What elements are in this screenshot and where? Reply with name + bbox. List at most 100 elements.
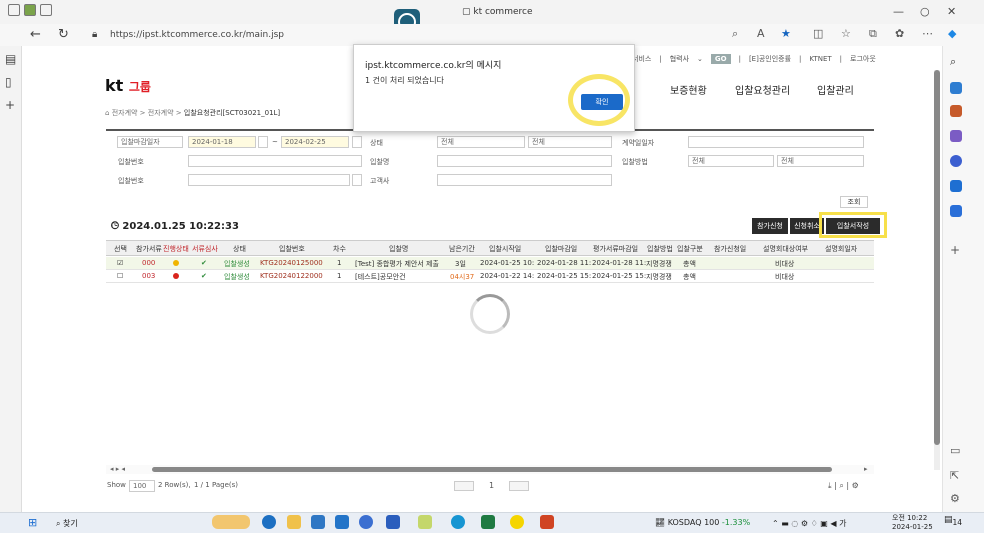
sidebar-games-icon[interactable] xyxy=(950,155,962,167)
customer-field[interactable] xyxy=(437,174,612,186)
review-check-icon: ✔ xyxy=(201,272,207,280)
lock-icon: 🔒︎ xyxy=(92,29,98,40)
scroll-arrows[interactable]: ◂ ▸ ◂ xyxy=(110,465,125,473)
tab-title[interactable]: ▢ kt commerce xyxy=(462,7,533,17)
status-sub-select[interactable]: 전체 xyxy=(528,136,612,148)
edge-icon[interactable] xyxy=(262,515,276,529)
doc-link[interactable]: 003 xyxy=(142,272,155,280)
favorites-icon[interactable]: ☆ xyxy=(841,27,851,40)
new-tab-icon[interactable]: + xyxy=(5,98,15,112)
next-page-button[interactable] xyxy=(509,481,529,491)
word-icon[interactable] xyxy=(386,515,400,529)
bid-name-label: 입찰명 xyxy=(370,158,390,166)
prev-page-button[interactable] xyxy=(454,481,474,491)
request-no-field[interactable] xyxy=(188,155,362,167)
copilot-icon[interactable]: ◆ xyxy=(948,27,956,40)
nav-bid-request-management[interactable]: 입찰요청관리 xyxy=(735,82,790,97)
table-hscroll-thumb[interactable] xyxy=(152,467,832,472)
close-icon[interactable]: ✕ xyxy=(947,5,956,18)
minimize-icon[interactable]: — xyxy=(893,5,904,18)
store-icon[interactable] xyxy=(311,515,325,529)
status-select[interactable]: 전체 xyxy=(437,136,525,148)
bid-method-select[interactable]: 전체 xyxy=(688,155,774,167)
notepad-icon[interactable] xyxy=(418,515,432,529)
extensions-icon[interactable]: ✿ xyxy=(895,27,904,40)
sidebar-outlook-icon[interactable] xyxy=(950,180,962,192)
date-to-field[interactable]: 2024-02-25 xyxy=(281,136,349,148)
workspace-icon[interactable] xyxy=(24,4,36,16)
maximize-icon[interactable]: ○ xyxy=(920,5,930,18)
windows-start-icon[interactable]: ⊞ xyxy=(28,516,37,529)
kt-logo[interactable]: kt 그룹 xyxy=(105,76,151,95)
bid-name-link[interactable]: [Test] 종합평가 제안서 제출 xyxy=(355,259,439,269)
collections-icon[interactable]: ⧉ xyxy=(869,27,877,41)
clock[interactable]: 오전 10:22 2024-01-25 xyxy=(892,514,933,532)
chrome-icon[interactable] xyxy=(359,515,373,529)
page-tab-icon[interactable]: ▯ xyxy=(5,75,12,89)
sidebar-panel-icon[interactable]: ▭ xyxy=(950,444,960,457)
page-scrollbar-thumb[interactable] xyxy=(934,70,940,445)
sidebar-share-icon[interactable]: ⇱ xyxy=(950,469,959,482)
cert-link[interactable]: [E]공인인증률 xyxy=(749,54,791,64)
home-icon[interactable]: ⌂ xyxy=(105,109,109,117)
apply-button[interactable]: 참가신청 xyxy=(752,218,788,234)
bid-method-sub-select[interactable]: 전체 xyxy=(777,155,864,167)
favorite-star-icon[interactable]: ★ xyxy=(781,27,791,40)
tabs-icon[interactable] xyxy=(40,4,52,16)
sidebar-add-icon[interactable]: + xyxy=(950,243,960,257)
tab-actions-icon[interactable]: ▤ xyxy=(5,52,16,66)
stock-ticker[interactable]: 📈︎ KOSDAQ 100 -1.33% xyxy=(655,518,750,527)
grid-tools-icons[interactable]: ⤓ | ⌕ | ⚙ xyxy=(828,481,859,491)
bid-no-link[interactable]: KTG20240125000 xyxy=(260,259,323,267)
search-button[interactable]: 조회 xyxy=(840,196,868,208)
bid-name-link[interactable]: [테스트]공모안건 xyxy=(355,272,406,282)
url-field[interactable]: https://ipst.ktcommerce.co.kr/main.jsp xyxy=(110,30,284,40)
skype-icon[interactable] xyxy=(451,515,465,529)
split-screen-icon[interactable]: ◫ xyxy=(813,27,823,40)
bid-no-field[interactable] xyxy=(188,174,350,186)
partner-select[interactable]: 협력사 xyxy=(670,54,689,64)
back-icon[interactable]: ← xyxy=(30,27,41,42)
zoom-icon[interactable]: ⌕ xyxy=(732,27,738,41)
read-aloud-icon[interactable]: A xyxy=(757,27,765,40)
refresh-icon[interactable]: ↻ xyxy=(58,27,69,42)
nav-guarantee-status[interactable]: 보증현황 xyxy=(670,82,707,97)
row-checkbox[interactable]: ☑ xyxy=(117,259,123,267)
logout-link[interactable]: 로그아웃 xyxy=(850,54,876,64)
taskbar-search[interactable]: ⌕ 찾기 xyxy=(56,518,78,529)
briefing-cell: 비대상 xyxy=(775,260,795,268)
scroll-right-arrow[interactable]: ▸ xyxy=(864,465,868,473)
page-number[interactable]: 1 xyxy=(489,481,494,490)
page-size-select[interactable]: 100 xyxy=(129,480,155,492)
go-button[interactable]: GO xyxy=(710,54,731,64)
sidebar-word-icon[interactable] xyxy=(950,205,962,217)
row-checkbox[interactable]: ☐ xyxy=(117,272,123,280)
bid-no-link[interactable]: KTG20240122000 xyxy=(260,272,323,280)
date-type-select[interactable]: 입찰마감일자 xyxy=(117,136,183,148)
bid-name-field[interactable] xyxy=(437,155,612,167)
nav-bid-management[interactable]: 입찰관리 xyxy=(817,82,854,97)
profile-icon[interactable] xyxy=(8,4,20,16)
mail-icon[interactable] xyxy=(335,515,349,529)
excel-icon[interactable] xyxy=(481,515,495,529)
lookup-icon[interactable] xyxy=(352,174,362,186)
doc-link[interactable]: 000 xyxy=(142,259,155,267)
more-icon[interactable]: ⋯ xyxy=(922,27,933,40)
date-from-field[interactable]: 2024-01-18 xyxy=(188,136,256,148)
tray-icons[interactable]: ⌃ ▬ ◌ ⚙ ♢ ▣ ◀ 가 xyxy=(772,518,846,529)
calendar-icon-2[interactable] xyxy=(352,136,362,148)
calendar-icon[interactable] xyxy=(258,136,268,148)
sidebar-people-icon[interactable] xyxy=(950,130,962,142)
sidebar-search-icon[interactable]: ⌕ xyxy=(950,55,956,69)
explorer-icon[interactable] xyxy=(287,515,301,529)
sidebar-toolbox-icon[interactable] xyxy=(950,105,962,117)
ktnet-link[interactable]: KTNET xyxy=(809,55,831,63)
notification-icon[interactable]: ▤14 xyxy=(944,515,962,527)
contract-date-field[interactable] xyxy=(688,136,864,148)
round-cell: 1 xyxy=(337,259,342,267)
taskbar-widget-icon[interactable] xyxy=(212,515,250,529)
kakaotalk-icon[interactable] xyxy=(510,515,524,529)
sidebar-settings-icon[interactable]: ⚙ xyxy=(950,492,960,505)
sidebar-tag-icon[interactable] xyxy=(950,82,962,94)
powerpoint-icon[interactable] xyxy=(540,515,554,529)
